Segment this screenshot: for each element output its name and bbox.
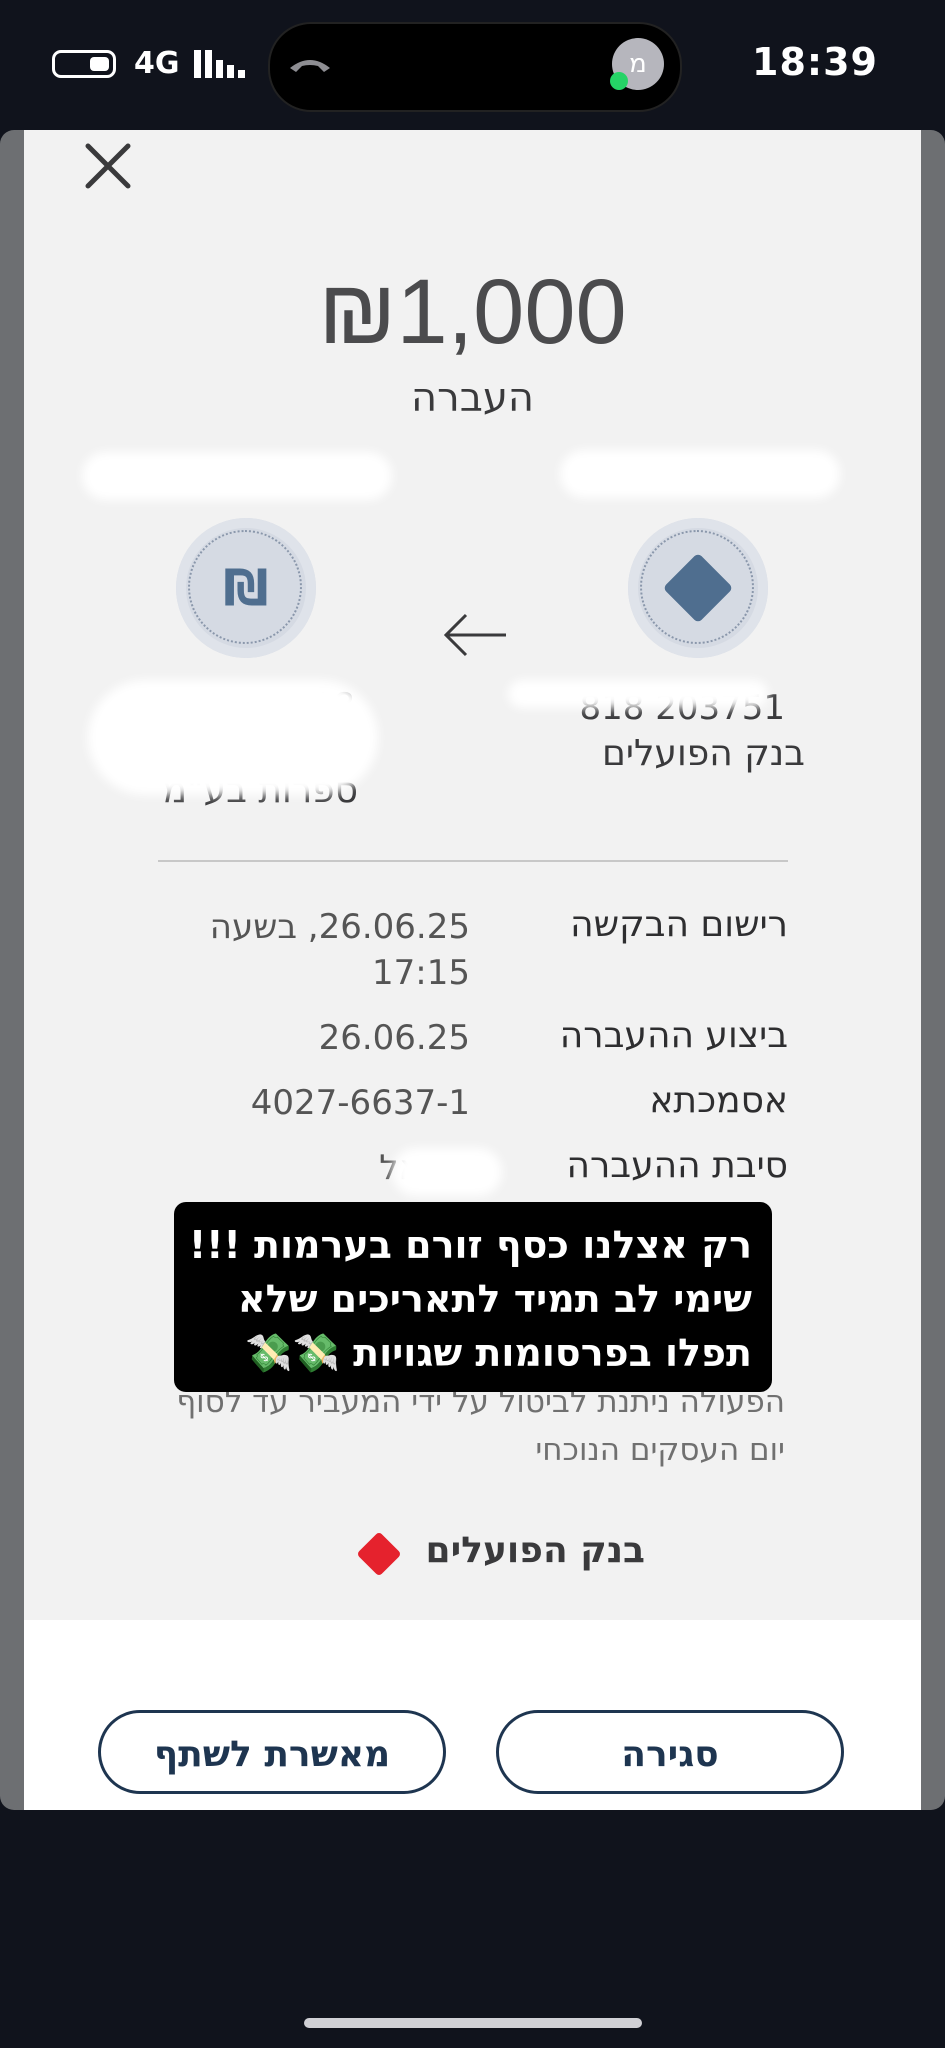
detail-value: 4027-6637-1 [250,1083,470,1123]
redaction-blur [82,452,392,500]
story-caption-text: רק אצלנו כסף זורם בערמות !!! שימי לב תמי… [188,1223,752,1375]
detail-value: 26.06.25, בשעה 17:15 [209,907,470,993]
detail-value: 26.06.25 [318,1018,470,1058]
status-time: 18:39 [752,40,878,84]
close-button[interactable]: סגירה [496,1710,844,1794]
signal-icon [194,50,245,78]
cancellation-note: הפעולה ניתנת לביטול על ידי המעביר עד לסו… [176,1384,785,1468]
phone-call-icon[interactable] [288,54,332,74]
transfer-amount: ₪1,000 [318,261,627,363]
close-icon[interactable] [82,140,134,192]
battery-icon [52,50,116,78]
divider [158,860,788,862]
redaction-blur [560,450,840,498]
redaction-blur [508,680,768,708]
story-caption-box: רק אצלנו כסף זורם בערמות !!! שימי לב תמי… [174,1202,772,1392]
recipient-avatar: ₪ [176,518,316,658]
home-indicator[interactable] [304,2018,642,2028]
arrow-left-icon [443,613,506,657]
transfer-type-label: העברה [410,375,534,421]
redaction-blur [392,1148,502,1196]
whatsapp-icon [610,72,628,90]
share-button[interactable]: מאשרת לשתף [98,1710,446,1794]
detail-label: רישום הבקשה [570,904,788,945]
brand-diamond-icon [356,1531,402,1577]
brand-name: בנק הפועלים [425,1530,646,1571]
network-label: 4G [134,46,180,81]
detail-label: ביצוע ההעברה [559,1015,788,1056]
detail-label: סיבת ההעברה [566,1145,788,1186]
detail-label: אסמכתא [649,1080,788,1121]
sender-bank-name: בנק הפועלים [602,733,805,774]
sender-avatar [628,518,768,658]
redaction-blur [88,680,378,795]
bank-logo: בנק הפועלים [300,1530,645,1578]
shekel-icon: ₪ [223,559,269,617]
